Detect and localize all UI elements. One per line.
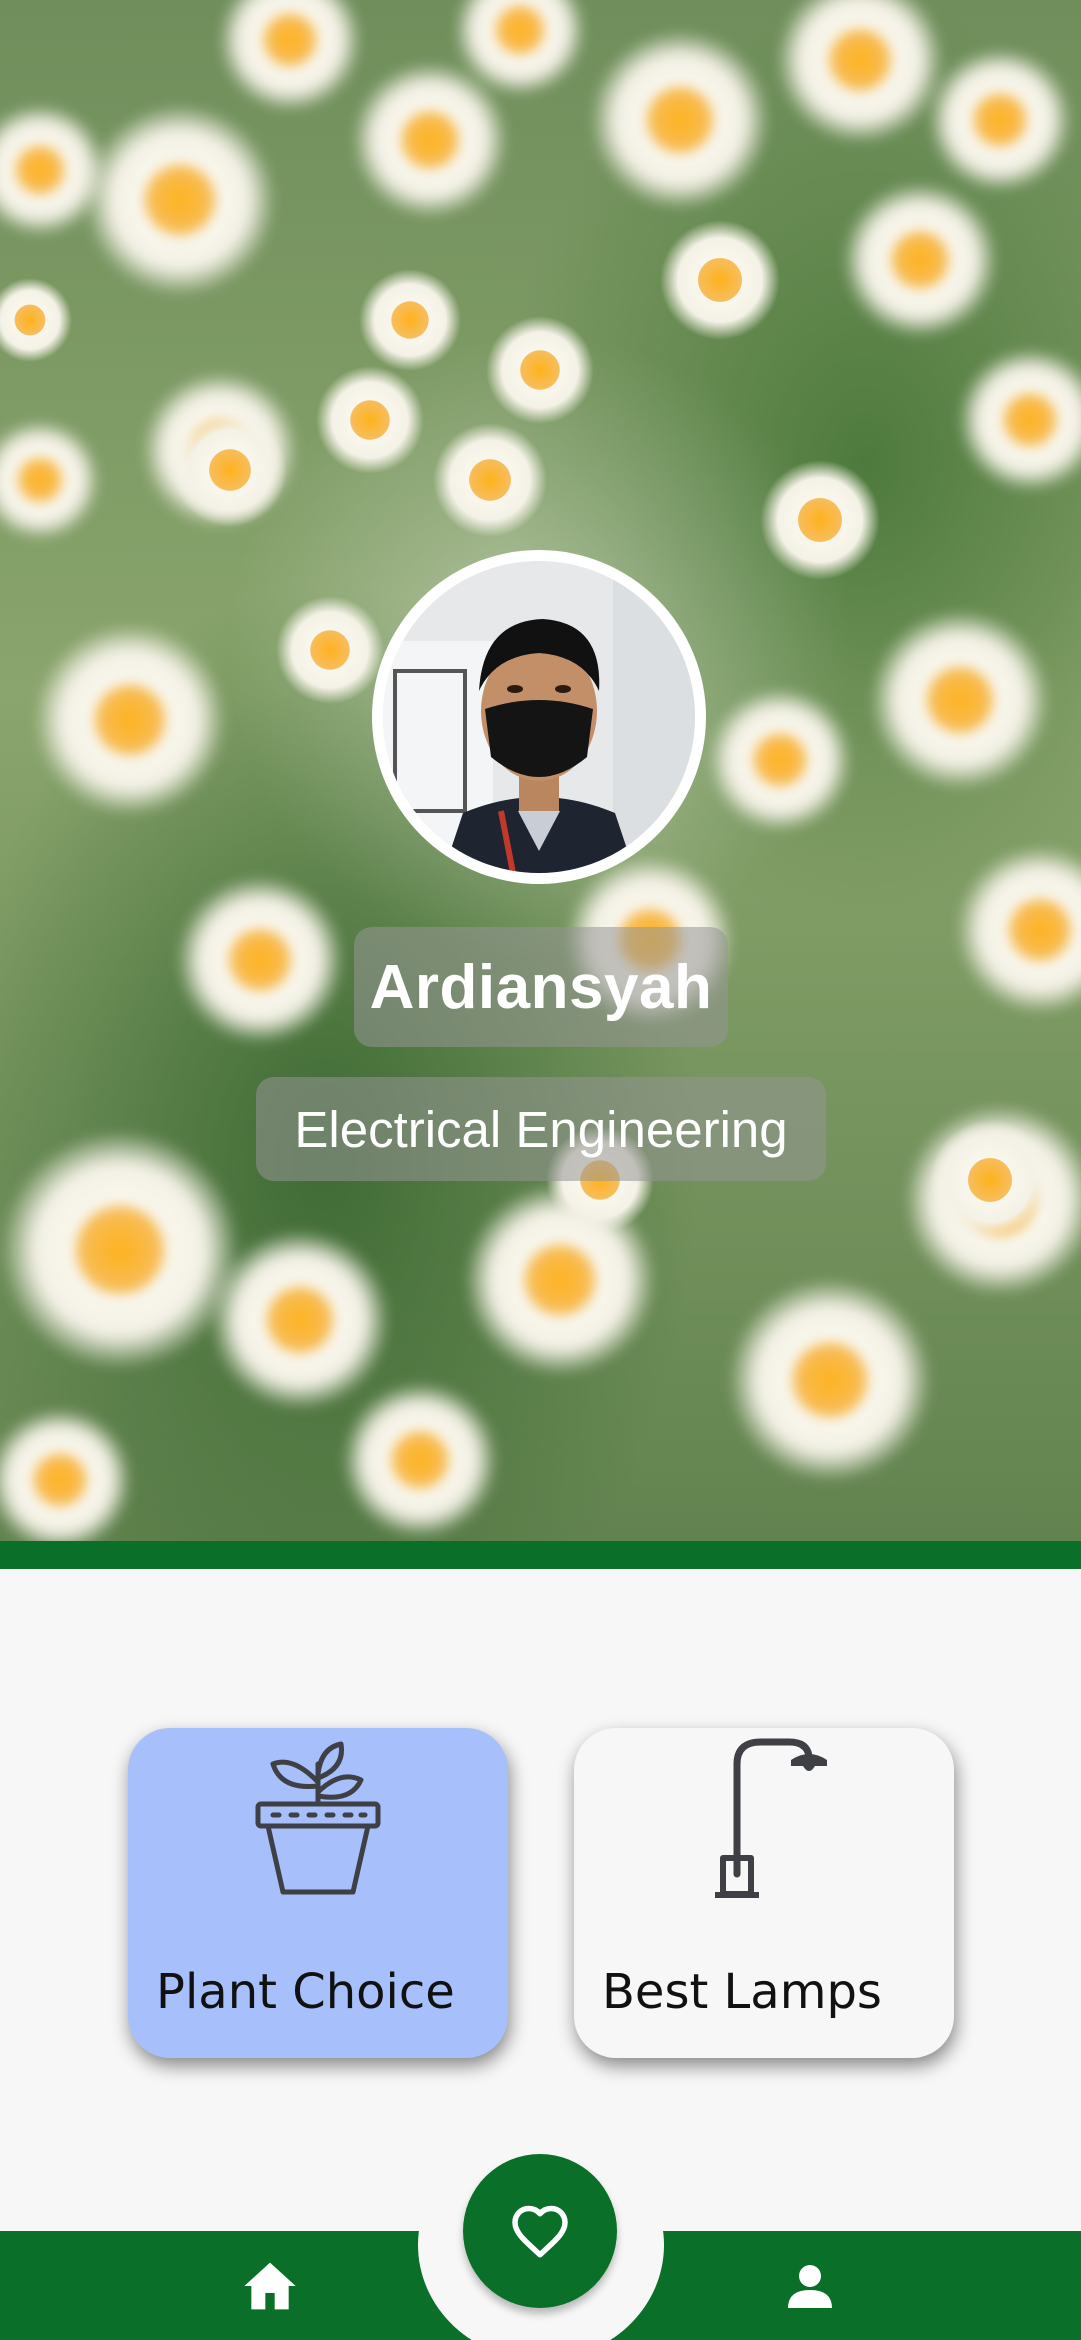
nav-home-button[interactable] [238, 2254, 302, 2318]
heart-icon [512, 2205, 568, 2258]
home-icon [244, 2262, 296, 2310]
profile-subtitle-chip: Electrical Engineering [256, 1077, 826, 1181]
profile-name: Ardiansyah [369, 952, 713, 1022]
plant-choice-label: Plant Choice [156, 1964, 455, 2020]
header-divider-band [0, 1541, 1081, 1569]
profile-avatar[interactable] [372, 550, 706, 884]
nav-profile-button[interactable] [778, 2254, 842, 2318]
favorites-fab-button[interactable] [463, 2154, 617, 2308]
profile-subtitle: Electrical Engineering [294, 1100, 788, 1158]
person-icon [788, 2265, 832, 2308]
potted-plant-icon [255, 1741, 381, 1895]
street-lamp-icon [715, 1738, 827, 1898]
best-lamps-label: Best Lamps [602, 1964, 882, 2020]
plant-choice-card[interactable]: Plant Choice [128, 1728, 508, 2058]
avatar-photo [383, 561, 695, 873]
best-lamps-card[interactable]: Best Lamps [574, 1728, 954, 2058]
profile-name-chip: Ardiansyah [354, 927, 728, 1047]
